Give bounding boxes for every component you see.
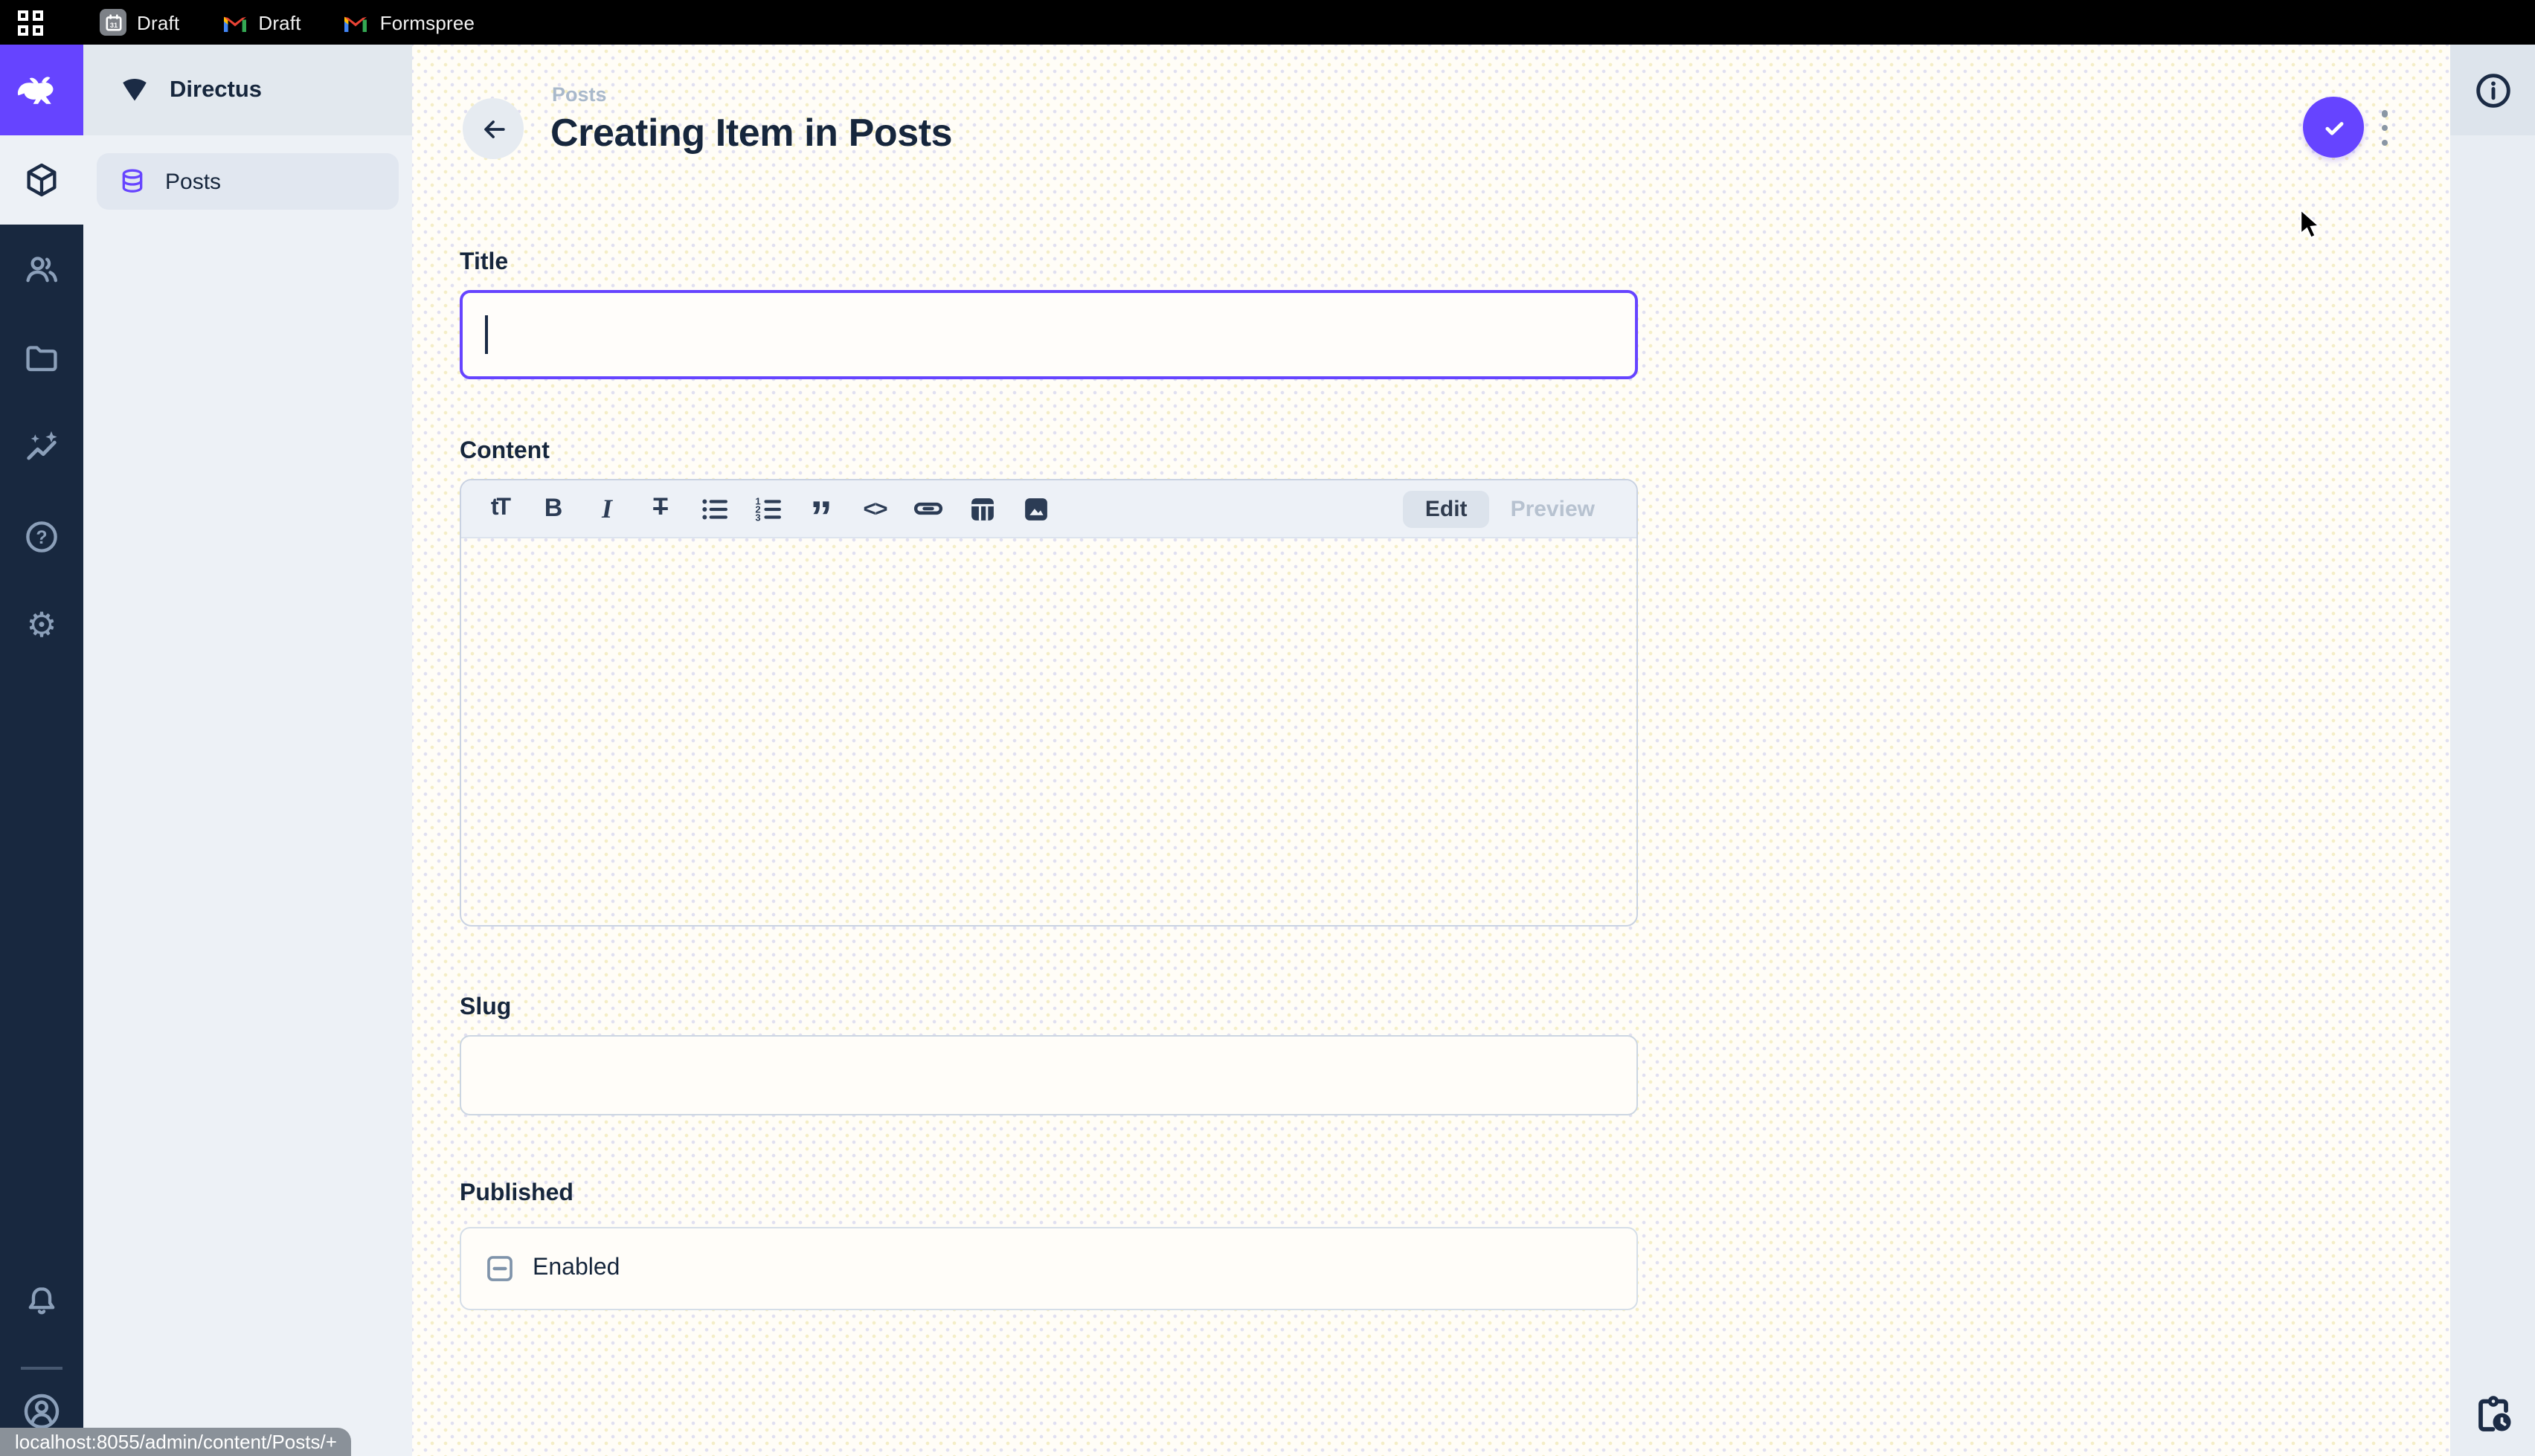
rabbit-icon	[16, 71, 67, 109]
gmail-icon	[343, 9, 370, 36]
status-url-tooltip: localhost:8055/admin/content/Posts/+	[0, 1428, 352, 1456]
published-field: Enabled	[460, 1227, 1638, 1310]
check-icon	[2317, 111, 2350, 144]
back-button[interactable]	[463, 98, 524, 159]
link-icon	[912, 492, 945, 525]
text-size-button[interactable]: tT	[483, 488, 517, 529]
field-label-title: Title	[460, 250, 1638, 277]
database-icon	[118, 167, 147, 196]
table-button[interactable]	[965, 488, 999, 529]
field-label-content: Content	[460, 439, 1638, 466]
item-form: Title Content tT B I T	[460, 250, 1638, 1310]
bookmark-label: Formspree	[380, 11, 475, 33]
italic-icon: I	[602, 493, 612, 524]
directus-logo[interactable]	[0, 45, 83, 135]
nav-sidebar: Directus Posts	[83, 45, 412, 1456]
text-size-icon: tT	[491, 495, 509, 522]
right-sidebar-header	[2450, 45, 2535, 135]
bookmark-label: Draft	[137, 11, 179, 33]
insights-icon	[22, 428, 61, 467]
text-caret	[485, 315, 487, 354]
checkbox-label[interactable]: Enabled	[533, 1255, 620, 1282]
folder-icon	[22, 339, 61, 378]
revisions-button[interactable]	[2450, 1392, 2535, 1437]
blockquote-button[interactable]: ”	[804, 488, 838, 529]
link-button[interactable]	[911, 488, 945, 529]
page-title: Creating Item in Posts	[550, 110, 952, 156]
directus-app: 31 Draft Draft Formspree	[0, 0, 2535, 1456]
gmail-icon	[221, 9, 248, 36]
bookmark-draft-calendar[interactable]: 31 Draft	[100, 9, 179, 36]
tab-edit[interactable]: Edit	[1403, 490, 1490, 527]
main-content: Posts Creating Item in Posts Title Conte…	[412, 45, 2450, 1456]
project-header[interactable]: Directus	[83, 45, 412, 135]
bullet-list-icon	[698, 493, 730, 524]
field-label-slug: Slug	[460, 995, 1638, 1022]
markdown-editor: tT B I T 1 2	[460, 479, 1638, 927]
apps-grid-icon[interactable]	[18, 10, 43, 35]
help-icon: ?	[22, 518, 61, 556]
bold-button[interactable]: B	[536, 488, 571, 529]
code-icon: <>	[863, 496, 886, 521]
numbered-list-button[interactable]: 1 2 3	[751, 488, 785, 529]
svg-text:?: ?	[36, 527, 47, 548]
field-label-published: Published	[460, 1181, 1638, 1208]
project-name: Directus	[170, 77, 262, 103]
project-fan-icon	[119, 74, 150, 106]
divider	[21, 1367, 62, 1370]
svg-text:3: 3	[754, 511, 759, 522]
module-files[interactable]	[0, 314, 83, 403]
right-sidebar	[2450, 45, 2535, 1456]
strikethrough-button[interactable]: T	[643, 488, 678, 529]
svg-text:31: 31	[109, 21, 117, 28]
checkbox-indeterminate-icon[interactable]	[483, 1252, 516, 1285]
info-button[interactable]	[2472, 69, 2513, 111]
bookmark-draft-gmail[interactable]: Draft	[221, 9, 301, 36]
strikethrough-icon: T	[653, 495, 668, 522]
avatar-icon	[21, 1391, 62, 1432]
content-textarea[interactable]	[461, 538, 1636, 925]
bookmark-formspree[interactable]: Formspree	[343, 9, 475, 36]
bookmark-label: Draft	[258, 11, 301, 33]
module-users[interactable]	[0, 225, 83, 314]
table-icon	[966, 493, 997, 524]
arrow-left-icon	[477, 112, 510, 145]
people-icon	[22, 250, 61, 289]
code-button[interactable]: <>	[858, 488, 892, 529]
box-icon	[22, 161, 61, 199]
module-content[interactable]	[0, 135, 83, 225]
sidebar-item-label: Posts	[165, 169, 221, 194]
breadcrumb[interactable]: Posts	[552, 83, 607, 106]
module-bar: ? ⚙	[0, 45, 83, 1456]
bold-icon: B	[544, 494, 563, 524]
numbered-list-icon: 1 2 3	[752, 493, 783, 524]
tab-preview[interactable]: Preview	[1490, 490, 1616, 527]
gear-icon: ⚙	[26, 609, 57, 643]
status-url: localhost:8055/admin/content/Posts/+	[15, 1431, 337, 1453]
save-button[interactable]	[2303, 97, 2364, 158]
notifications-button[interactable]	[0, 1257, 83, 1346]
revisions-clipboard-clock-icon	[2470, 1392, 2515, 1437]
editor-toolbar: tT B I T 1 2	[461, 480, 1636, 538]
slug-input[interactable]	[460, 1035, 1638, 1115]
google-calendar-icon: 31	[100, 9, 126, 36]
module-settings[interactable]: ⚙	[0, 582, 83, 671]
more-options-button[interactable]	[2379, 110, 2391, 146]
info-icon	[2472, 69, 2513, 111]
image-button[interactable]	[1018, 488, 1053, 529]
module-insights[interactable]	[0, 403, 83, 492]
bell-icon	[22, 1282, 61, 1321]
module-docs[interactable]: ?	[0, 492, 83, 582]
browser-bookmarks-bar: 31 Draft Draft Formspree	[0, 0, 2535, 45]
sidebar-item-posts[interactable]: Posts	[97, 153, 399, 210]
blockquote-icon: ”	[810, 513, 832, 525]
bullet-list-button[interactable]	[697, 488, 731, 529]
italic-button[interactable]: I	[590, 488, 624, 529]
title-input[interactable]	[460, 290, 1638, 379]
image-icon	[1020, 493, 1051, 524]
